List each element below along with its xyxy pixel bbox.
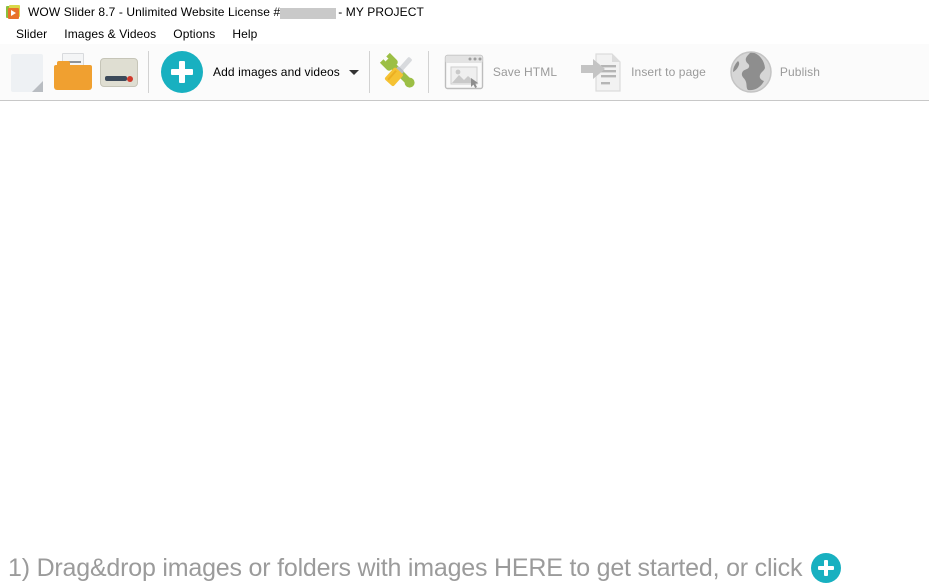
- window-title: WOW Slider 8.7 - Unlimited Website Licen…: [28, 5, 424, 19]
- publish-label: Publish: [779, 65, 820, 79]
- add-images-and-videos-button[interactable]: Add images and videos: [159, 47, 340, 97]
- new-page-icon: [4, 49, 50, 95]
- window-title-prefix: WOW Slider 8.7 - Unlimited Website Licen…: [28, 5, 281, 19]
- title-bar: WOW Slider 8.7 - Unlimited Website Licen…: [0, 0, 929, 24]
- save-html-label: Save HTML: [492, 65, 558, 79]
- arrow-into-document-icon: [579, 49, 625, 95]
- browser-window-image-icon: [441, 49, 487, 95]
- window-title-suffix: - MY PROJECT: [338, 5, 424, 19]
- publish-button[interactable]: Publish: [728, 47, 820, 97]
- toolbar-separator: [368, 51, 370, 93]
- save-project-button[interactable]: [96, 47, 142, 97]
- open-project-button[interactable]: [50, 47, 96, 97]
- add-images-and-videos-label: Add images and videos: [213, 65, 340, 79]
- wowslider-logo-icon: [6, 4, 21, 20]
- main-toolbar: Add images and videos Save HTML Insert t…: [0, 44, 929, 101]
- menu-item-slider[interactable]: Slider: [8, 25, 56, 43]
- open-folder-icon: [50, 49, 96, 95]
- tools-button[interactable]: [376, 47, 422, 97]
- slider-drop-area[interactable]: 1) Drag&drop images or folders with imag…: [0, 101, 929, 583]
- globe-icon: [728, 49, 774, 95]
- menu-bar: Slider Images & Videos Options Help: [0, 24, 929, 44]
- chevron-down-icon[interactable]: [348, 69, 359, 75]
- wrench-screwdriver-icon: [376, 49, 422, 95]
- drop-hint-text: 1) Drag&drop images or folders with imag…: [8, 554, 803, 582]
- license-key-redaction: [280, 7, 337, 19]
- insert-to-page-label: Insert to page: [631, 65, 706, 79]
- menu-item-images-and-videos[interactable]: Images & Videos: [56, 25, 165, 43]
- toolbar-separator: [148, 51, 149, 93]
- plus-circle-icon[interactable]: [811, 553, 842, 583]
- toolbar-separator: [427, 51, 429, 93]
- insert-to-page-button[interactable]: Insert to page: [579, 47, 706, 97]
- new-project-button[interactable]: [4, 47, 50, 97]
- drop-hint: 1) Drag&drop images or folders with imag…: [8, 553, 842, 583]
- menu-item-help[interactable]: Help: [224, 25, 266, 43]
- plus-circle-icon: [159, 49, 205, 95]
- save-html-button[interactable]: Save HTML: [441, 47, 557, 97]
- disk-drive-icon: [96, 49, 142, 95]
- menu-item-options[interactable]: Options: [165, 25, 224, 43]
